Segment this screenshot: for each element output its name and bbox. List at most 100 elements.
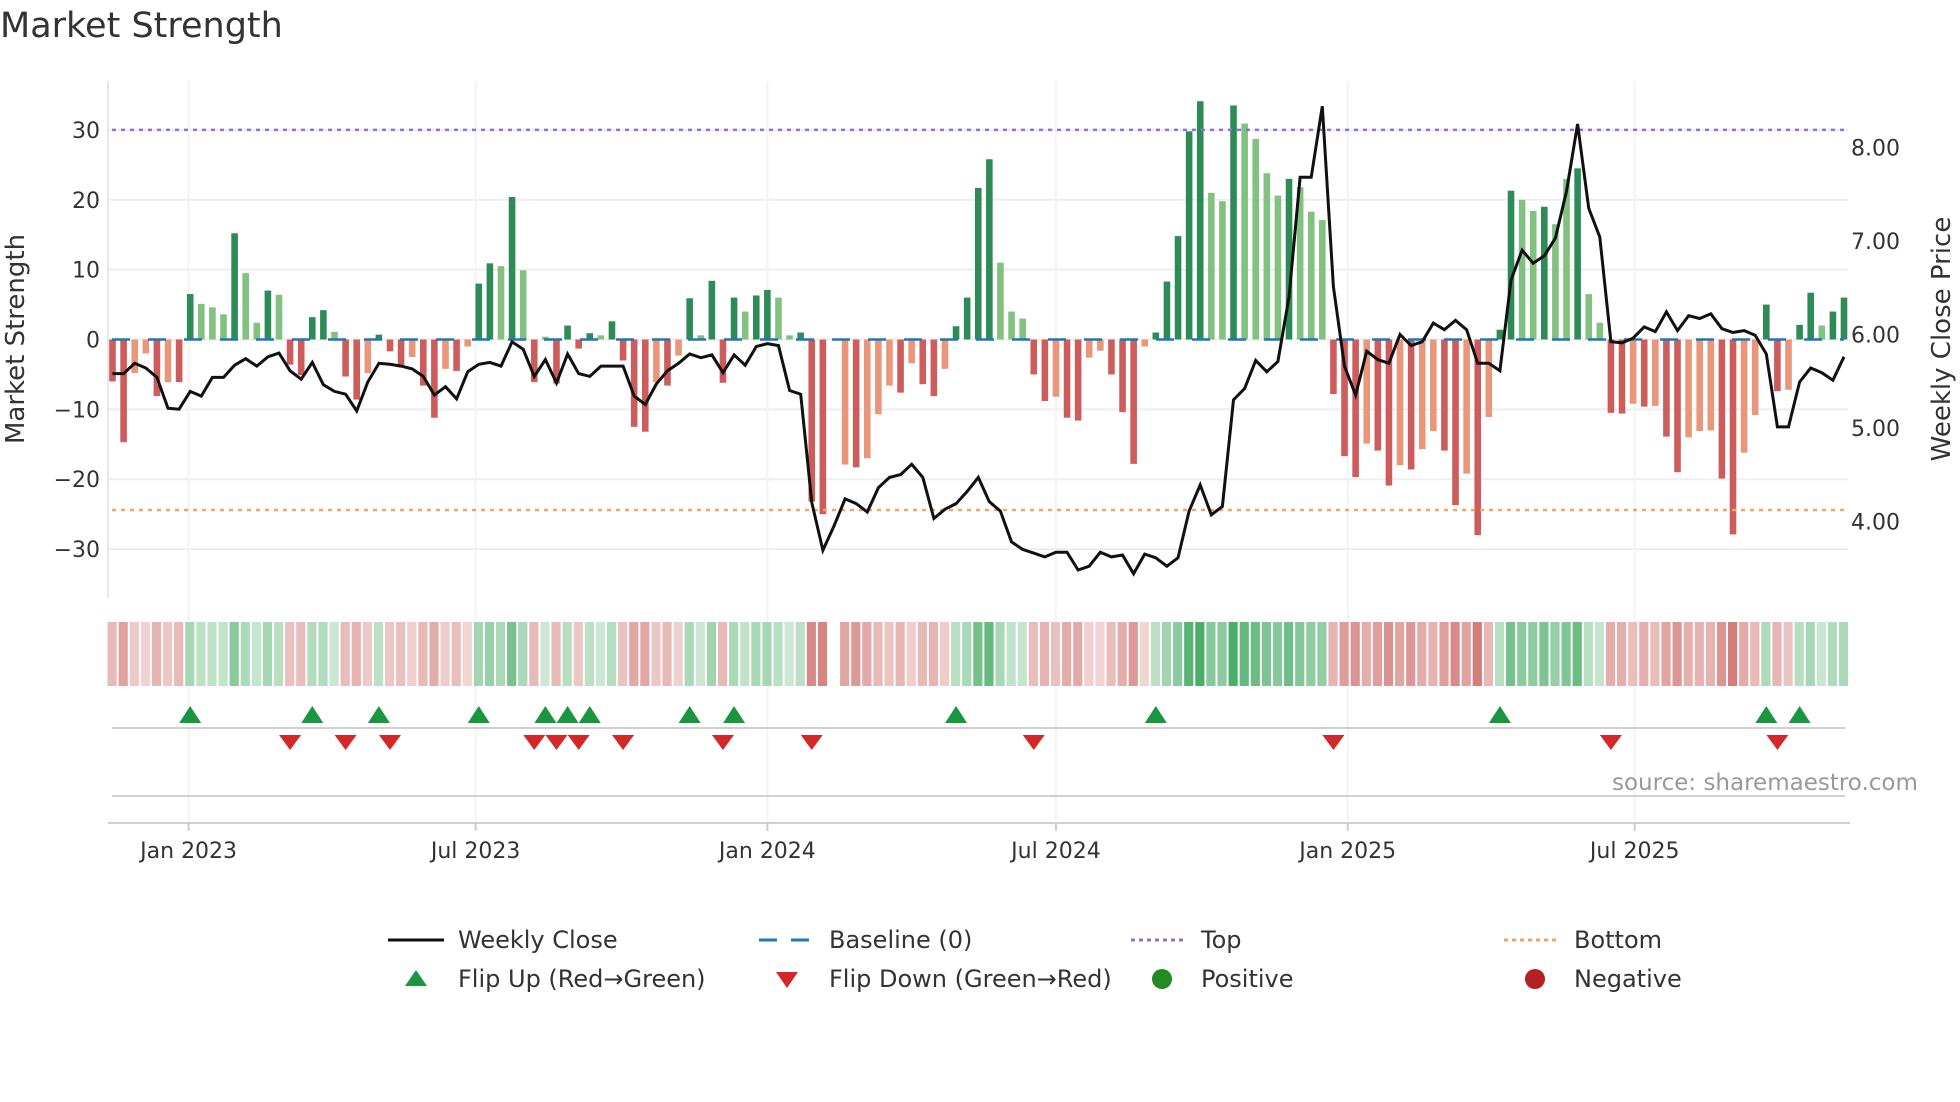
negative-bar xyxy=(719,339,727,383)
strip-cell xyxy=(207,622,217,686)
strip-cell xyxy=(1716,622,1727,686)
strip-cell xyxy=(906,622,916,686)
flip-up-marker xyxy=(1144,706,1167,723)
legend-label: Flip Down (Green→Red) xyxy=(829,965,1112,993)
positive-bar xyxy=(1507,190,1515,340)
strip-cell xyxy=(1583,622,1593,686)
strip-cell xyxy=(529,622,539,686)
strip-cell xyxy=(717,622,728,686)
legend-label: Positive xyxy=(1201,965,1294,993)
strip-cell xyxy=(1517,622,1527,686)
legend-positive: Positive xyxy=(1129,965,1294,993)
strip-cell xyxy=(1439,622,1449,686)
strip-cell xyxy=(751,622,761,686)
legend-label: Weekly Close xyxy=(458,926,618,954)
negative-bar xyxy=(164,339,172,383)
strip-cell xyxy=(1383,622,1394,686)
strip-cell xyxy=(129,622,139,686)
strip-cell xyxy=(740,622,750,686)
strip-cell xyxy=(1594,622,1605,686)
strip-cell xyxy=(118,622,128,686)
flip-down-marker xyxy=(711,735,734,750)
strip-cell xyxy=(1816,622,1827,686)
strip-cell xyxy=(795,622,805,686)
flip-up-marker xyxy=(534,706,557,723)
negative-bar xyxy=(1041,339,1049,401)
strip-cell xyxy=(1705,622,1716,686)
legend-label: Flip Up (Red→Green) xyxy=(458,965,706,993)
negative-bar xyxy=(653,339,660,383)
positive-bar xyxy=(986,159,993,340)
flip-down-marker xyxy=(378,735,401,750)
strip-cell xyxy=(1073,622,1083,686)
strip-cell xyxy=(928,622,939,686)
strip-cell xyxy=(1328,622,1338,686)
y2-tick-label: 8.00 xyxy=(1851,136,1900,161)
y-tick-label: 30 xyxy=(72,119,100,144)
negative-bar xyxy=(1607,339,1615,413)
strip-cell xyxy=(1406,622,1416,686)
strip-cell xyxy=(1772,622,1782,686)
strip-cell xyxy=(1062,622,1072,686)
flip-down-marker xyxy=(1599,735,1622,750)
strip-cell xyxy=(629,622,639,686)
flip-down-marker xyxy=(1322,735,1345,750)
negative-bar xyxy=(897,339,904,393)
strip-cell xyxy=(1506,622,1516,686)
negative-bar xyxy=(664,339,671,386)
negative-bar xyxy=(1463,339,1470,474)
strip-cell xyxy=(1228,622,1238,686)
strip-cell xyxy=(1539,622,1549,686)
strip-cell xyxy=(618,622,628,686)
y2-tick-label: 4.00 xyxy=(1851,510,1900,535)
negative-bar xyxy=(819,339,827,515)
positive-bar xyxy=(320,310,327,340)
positive-bar xyxy=(1763,304,1770,340)
negative-bar xyxy=(908,339,915,364)
strip-cell xyxy=(651,622,661,686)
strip-cell xyxy=(1839,622,1849,686)
positive-bar xyxy=(1241,123,1248,340)
strip-cell xyxy=(1528,622,1538,686)
negative-bar xyxy=(1119,339,1126,413)
strength-heat-strip xyxy=(107,622,1849,686)
strip-cell xyxy=(1161,622,1172,686)
strip-cell xyxy=(817,622,828,686)
strip-cell xyxy=(462,622,472,686)
negative-bar xyxy=(431,339,438,418)
positive-bar xyxy=(686,298,693,340)
strip-cell xyxy=(1095,622,1105,686)
circle-icon xyxy=(1152,969,1172,989)
strip-cell xyxy=(229,622,239,686)
negative-bar xyxy=(442,339,449,369)
strip-cell xyxy=(1827,622,1838,686)
flip-down-marker xyxy=(334,735,357,750)
strip-cell xyxy=(196,622,206,686)
strip-cell xyxy=(1472,622,1482,686)
strip-cell xyxy=(1106,622,1116,686)
strip-cell xyxy=(895,622,905,686)
triangle-up-icon xyxy=(405,970,427,986)
strip-cell xyxy=(185,622,195,686)
strip-cell xyxy=(840,622,850,686)
strip-cell xyxy=(1417,622,1427,686)
y-tick-label: 10 xyxy=(72,259,100,284)
x-tick-label: Jul 2025 xyxy=(1588,839,1680,864)
strip-cell xyxy=(1605,622,1616,686)
dotted-line-icon xyxy=(1131,938,1187,942)
negative-bar xyxy=(109,339,116,382)
strip-cell xyxy=(673,622,683,686)
negative-bar xyxy=(1074,339,1082,421)
strip-cell xyxy=(1483,622,1494,686)
negative-bar xyxy=(619,339,627,361)
strip-cell xyxy=(1395,622,1405,686)
strip-cell xyxy=(351,622,361,686)
positive-bar xyxy=(741,311,749,340)
flip-up-marker xyxy=(945,706,968,723)
negative-bar xyxy=(1751,339,1759,415)
strip-cell xyxy=(762,622,772,686)
negative-bar xyxy=(941,339,949,369)
strip-cell xyxy=(1350,622,1360,686)
strip-cell xyxy=(307,622,317,686)
positive-bar xyxy=(1185,131,1193,340)
